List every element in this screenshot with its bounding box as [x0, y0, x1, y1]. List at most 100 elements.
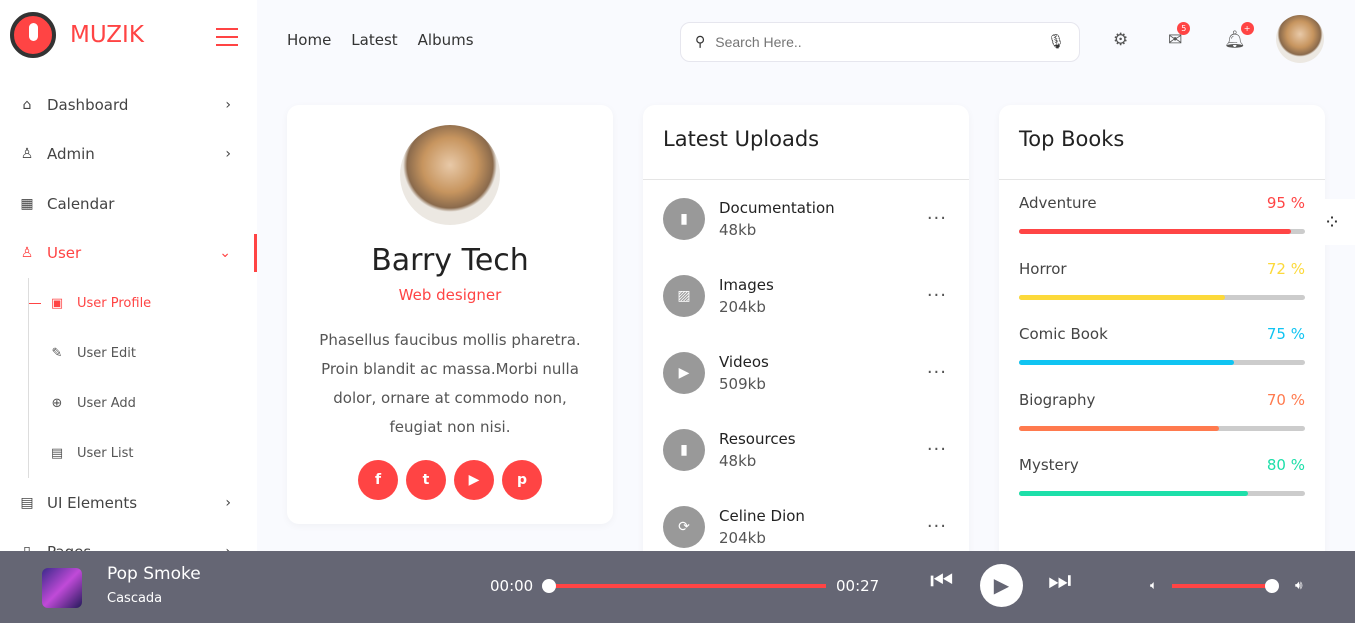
menu-toggle-icon[interactable]	[216, 28, 238, 52]
upload-item[interactable]: ▮ Documentation 48kb ···	[643, 180, 969, 257]
progress-bar	[1019, 360, 1305, 365]
sidebar-item-user[interactable]: ♙ User ⌄	[0, 229, 257, 279]
submenu-label: User Profile	[77, 295, 152, 311]
mail-badge: 5	[1177, 22, 1191, 35]
microphone-logo-icon	[10, 12, 56, 58]
volume-low-icon[interactable]: 🔈︎	[1150, 578, 1157, 593]
previous-icon[interactable]: ⏮	[930, 566, 953, 597]
image-icon: ▨	[663, 274, 705, 317]
id-card-icon: ▣	[50, 295, 64, 311]
volume-high-icon[interactable]: 🔊︎	[1295, 578, 1303, 593]
mail-icon[interactable]: ✉ 5	[1168, 22, 1191, 50]
user-avatar[interactable]	[1276, 15, 1324, 63]
notification-badge: +	[1240, 22, 1254, 35]
progress-fill	[1019, 491, 1248, 496]
sidebar-item-user-edit[interactable]: ✎ User Edit	[29, 328, 257, 378]
book-percent: 80 %	[1266, 456, 1305, 474]
progress-fill	[1019, 229, 1291, 234]
sidebar-item-ui-elements[interactable]: ▤ UI Elements ›	[0, 478, 257, 528]
more-options-icon[interactable]: ···	[927, 285, 947, 306]
upload-item[interactable]: ▨ Images 204kb ···	[643, 257, 969, 334]
progress-fill	[1019, 425, 1220, 431]
home-icon: ⌂	[22, 96, 32, 113]
upload-name: Images	[719, 275, 774, 294]
sidebar-item-label: UI Elements	[47, 493, 138, 512]
file-icon: ▮	[663, 428, 705, 471]
progress-bar	[1019, 425, 1305, 431]
loading-spinner-icon[interactable]: ⁘	[1309, 199, 1355, 245]
logo[interactable]: MUZIK	[10, 12, 144, 58]
upload-name: Celine Dion	[719, 506, 805, 525]
table-icon: ▤	[50, 445, 64, 461]
sidebar-item-admin[interactable]: ♙ Admin ›	[0, 130, 257, 180]
card-title: Top Books	[999, 105, 1325, 180]
more-options-icon[interactable]: ···	[927, 362, 947, 383]
sidebar: MUZIK ⌂ Dashboard › ♙ Admin › ▦ Calendar ♙ Use…	[0, 0, 257, 623]
sidebar-item-dashboard[interactable]: ⌂ Dashboard ›	[0, 80, 257, 130]
more-options-icon[interactable]: ···	[927, 439, 947, 460]
calendar-icon: ▦	[20, 195, 34, 212]
top-nav: Home Latest Albums	[287, 31, 474, 49]
social-links: f t ▶ p	[287, 460, 613, 500]
book-item: Mystery 80 %	[999, 442, 1325, 508]
pinterest-icon[interactable]: p	[502, 460, 542, 500]
upload-name: Resources	[719, 429, 796, 448]
chevron-right-icon: ›	[225, 96, 231, 113]
more-options-icon[interactable]: ···	[927, 516, 947, 537]
upload-size: 48kb	[719, 220, 757, 239]
sidebar-item-user-list[interactable]: ▤ User List	[29, 428, 257, 478]
music-player: Pop Smoke Cascada 00:00 00:27 ⏮ ▶ ⏭ 🔈︎ 🔊…	[0, 551, 1355, 623]
sidebar-item-user-add[interactable]: ⊕ User Add	[29, 378, 257, 428]
latest-uploads-card: Latest Uploads ▮ Documentation 48kb ··· ▨ Ima…	[643, 105, 969, 565]
bell-icon[interactable]: 🔔︎ +	[1224, 22, 1254, 50]
submenu-label: User Add	[77, 395, 136, 411]
edit-icon: ✎	[51, 345, 63, 361]
file-icon: ▮	[663, 197, 705, 240]
upload-size: 204kb	[719, 297, 766, 316]
plus-circle-icon: ⊕	[51, 395, 63, 411]
book-item: Adventure 95 %	[999, 180, 1325, 246]
profile-description: Phasellus faucibus mollis pharetra. Proi…	[319, 331, 581, 436]
microphone-icon[interactable]: 🎙	[1047, 34, 1065, 50]
progress-bar	[1019, 294, 1305, 300]
progress-bar	[1019, 491, 1305, 496]
list-icon: ▤	[20, 494, 34, 511]
search-box: ⚲ 🎙	[680, 22, 1080, 62]
sidebar-item-calendar[interactable]: ▦ Calendar	[0, 179, 257, 229]
book-item: Horror 72 %	[999, 246, 1325, 312]
nav-link-albums[interactable]: Albums	[418, 31, 474, 49]
settings-icon[interactable]: ⚙	[1113, 30, 1128, 50]
song-artist: Cascada	[107, 591, 163, 606]
upload-item[interactable]: ▮ Resources 48kb ···	[643, 411, 969, 488]
sync-icon: ⟳	[663, 505, 705, 548]
book-percent: 95 %	[1266, 194, 1305, 212]
upload-item[interactable]: ▶ Videos 509kb ···	[643, 334, 969, 411]
search-input[interactable]	[715, 34, 1048, 50]
nav-link-latest[interactable]: Latest	[351, 31, 397, 49]
book-name: Comic Book	[1019, 325, 1108, 343]
twitter-icon[interactable]: t	[406, 460, 446, 500]
sidebar-item-user-profile[interactable]: ▣ User Profile	[29, 278, 257, 328]
progress-slider[interactable]	[542, 579, 826, 593]
play-button[interactable]: ▶	[980, 564, 1023, 607]
profile-role: Web designer	[398, 286, 502, 304]
search-icon: ⚲	[695, 34, 706, 50]
book-item: Biography 70 %	[999, 377, 1325, 443]
progress-handle[interactable]	[542, 579, 556, 593]
next-icon[interactable]: ⏭	[1048, 566, 1071, 597]
sidebar-item-label: Calendar	[47, 194, 115, 213]
youtube-icon[interactable]: ▶	[454, 460, 494, 500]
upload-size: 48kb	[719, 451, 757, 470]
video-icon: ▶	[663, 351, 705, 394]
facebook-icon[interactable]: f	[358, 460, 398, 500]
current-time: 00:00	[490, 577, 534, 595]
upload-name: Documentation	[719, 198, 835, 217]
book-item: Comic Book 75 %	[999, 311, 1325, 377]
volume-slider[interactable]	[1172, 579, 1279, 593]
upload-size: 509kb	[719, 374, 766, 393]
nav-link-home[interactable]: Home	[287, 31, 331, 49]
progress-fill	[1019, 294, 1225, 300]
more-options-icon[interactable]: ···	[927, 208, 947, 229]
chevron-down-icon: ⌄	[219, 245, 231, 262]
volume-handle[interactable]	[1264, 579, 1279, 593]
